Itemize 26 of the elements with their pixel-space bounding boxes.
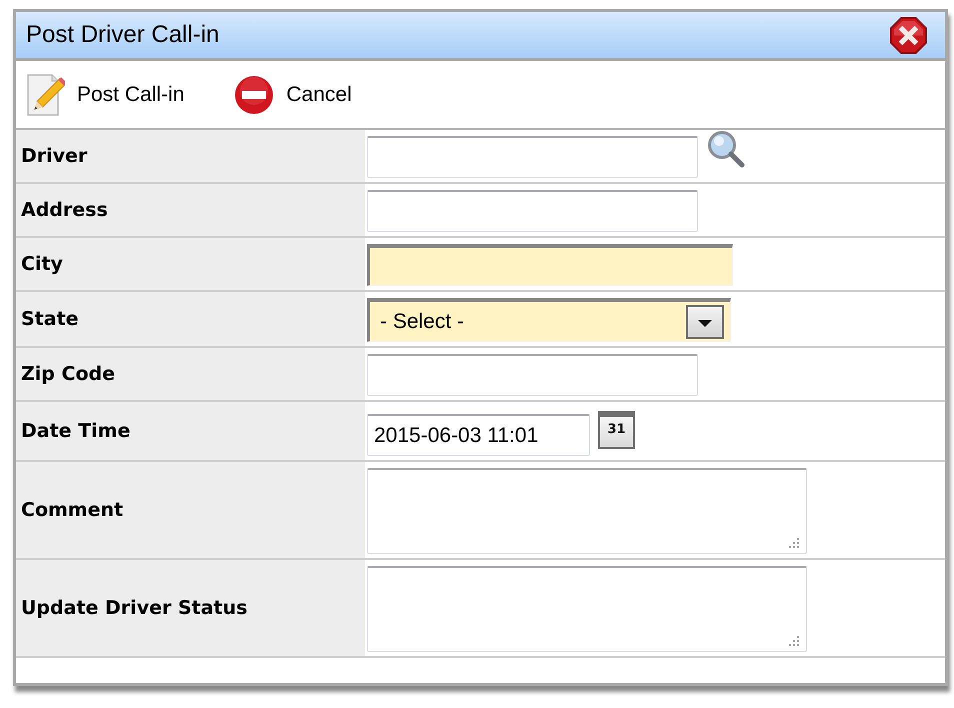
close-icon[interactable] — [890, 16, 927, 54]
minus-circle-icon — [234, 74, 274, 114]
field-label: State — [21, 308, 79, 330]
resize-grip-icon[interactable] — [788, 537, 800, 549]
resize-grip-icon[interactable] — [788, 635, 800, 647]
input-field[interactable] — [367, 244, 733, 286]
field-label: Date Time — [21, 420, 130, 442]
input-field[interactable] — [367, 136, 698, 178]
field-label: Update Driver Status — [21, 597, 248, 619]
field-label: Zip Code — [21, 363, 115, 385]
search-icon[interactable] — [706, 130, 746, 168]
post-button[interactable]: Post Call-in — [25, 72, 184, 116]
pencil-paper-icon — [25, 72, 65, 116]
cancel-button[interactable]: Cancel — [234, 74, 352, 114]
input-field[interactable] — [367, 354, 698, 396]
field-label: Address — [21, 199, 108, 221]
calendar-button[interactable]: 31 — [598, 411, 635, 449]
field-label: Driver — [21, 145, 88, 167]
text-area[interactable] — [367, 566, 807, 652]
state-dropdown[interactable]: - Select - — [367, 298, 731, 342]
date-time-field[interactable]: 2015-06-03 11:01 — [367, 414, 590, 456]
input-field[interactable] — [367, 190, 698, 232]
text-area[interactable] — [367, 468, 807, 554]
field-label: Comment — [21, 499, 124, 521]
field-label: City — [21, 253, 63, 275]
window-title: Post Driver Call-in — [26, 21, 220, 49]
